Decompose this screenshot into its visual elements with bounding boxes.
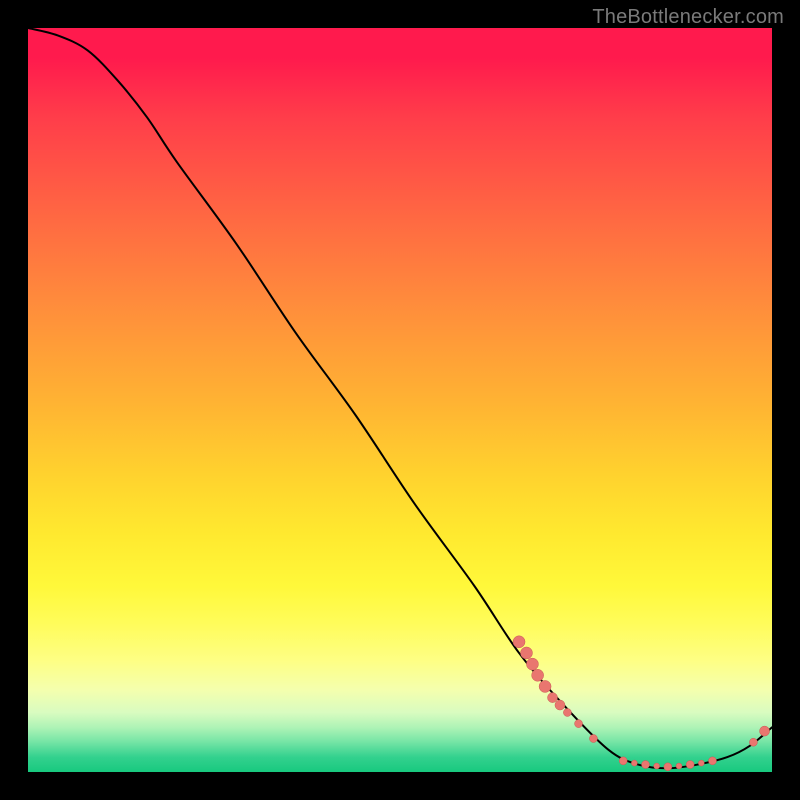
scatter-dot (532, 669, 544, 681)
scatter-dot (686, 761, 694, 769)
scatter-dot (676, 763, 682, 769)
watermark-text: TheBottlenecker.com (592, 6, 784, 29)
scatter-dot (555, 700, 565, 710)
scatter-dot (619, 757, 627, 765)
scatter-dot (539, 680, 551, 692)
scatter-dot (575, 720, 583, 728)
scatter-dot (631, 760, 637, 766)
bottleneck-curve (28, 28, 772, 768)
scatter-dot (563, 708, 571, 716)
scatter-dot (664, 763, 672, 771)
scatter-dot (749, 738, 757, 746)
scatter-points (513, 636, 770, 771)
scatter-dot (589, 735, 597, 743)
plot-area (28, 28, 772, 772)
scatter-dot (760, 726, 770, 736)
scatter-dot (708, 757, 716, 765)
scatter-dot (520, 647, 532, 659)
scatter-dot (698, 760, 704, 766)
chart-svg (28, 28, 772, 772)
scatter-dot (642, 761, 650, 769)
scatter-dot (654, 763, 660, 769)
chart-frame: TheBottlenecker.com (0, 0, 800, 800)
scatter-dot (526, 658, 538, 670)
scatter-dot (513, 636, 525, 648)
scatter-dot (548, 693, 558, 703)
